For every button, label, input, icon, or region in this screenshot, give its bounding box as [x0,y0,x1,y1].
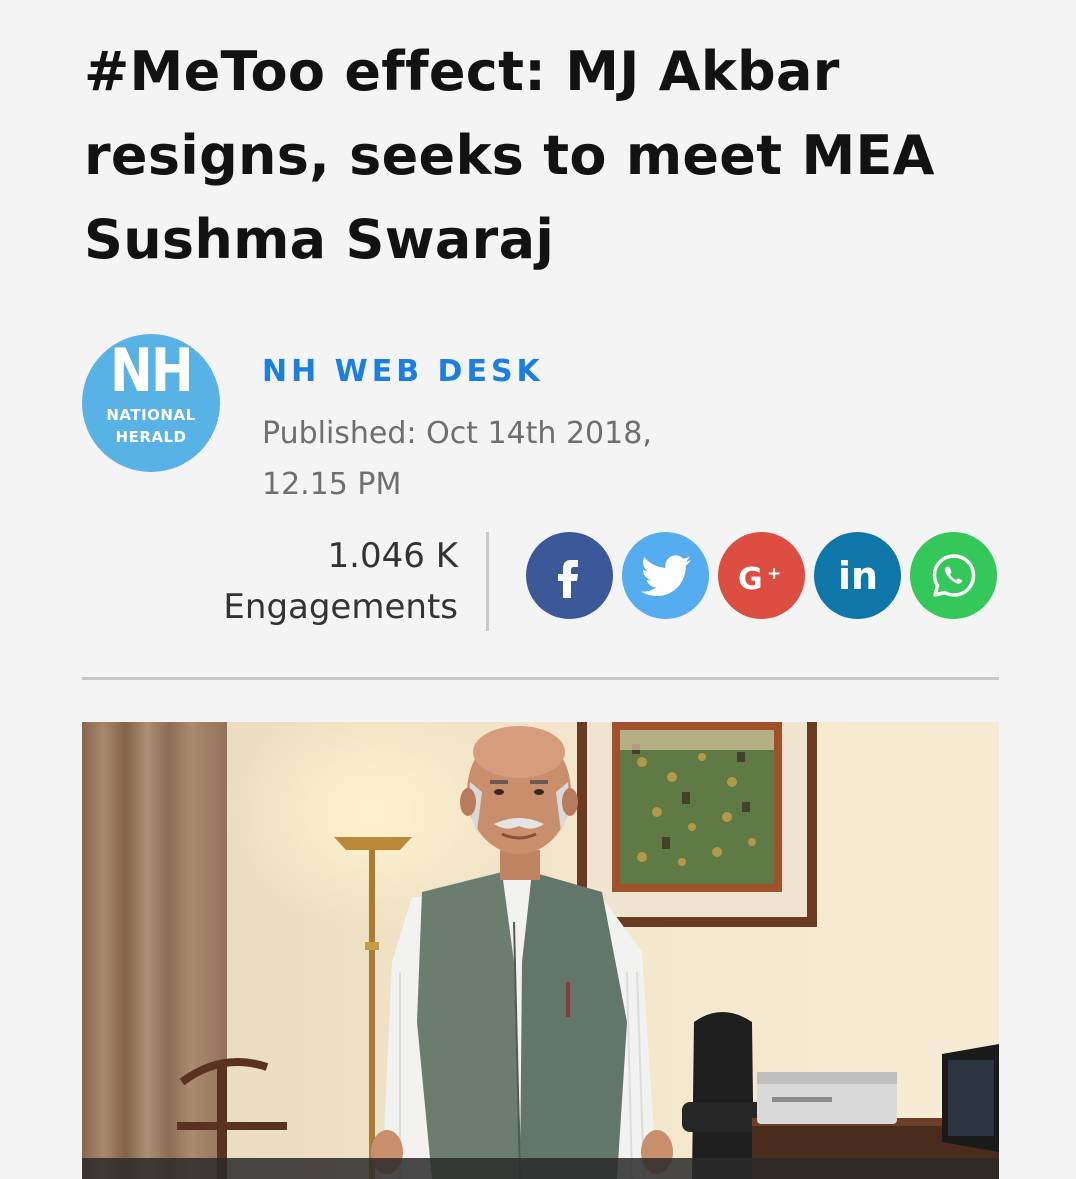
publisher-logo[interactable]: NH NATIONAL HERALD [82,334,220,472]
linkedin-icon: in [837,554,877,598]
google-plus-share-button[interactable]: G + [718,532,805,619]
logo-line-2: HERALD [115,428,187,446]
facebook-icon [557,559,578,598]
article-headline: #MeToo effect: MJ Akbar resigns, seeks t… [84,40,935,271]
linkedin-share-button[interactable]: in [814,532,901,619]
author-link[interactable]: NH WEB DESK [262,354,544,389]
section-divider [82,677,999,680]
logo-line-1: NATIONAL [106,406,196,424]
engagement-count: 1.046 K Engagements [223,531,458,633]
share-divider [486,532,489,631]
svg-text:+: + [767,564,781,584]
twitter-icon [640,554,691,596]
whatsapp-share-button[interactable] [910,532,997,619]
publish-date: Published: Oct 14th 2018, 12.15 PM [262,416,652,502]
article-photo[interactable] [82,722,999,1179]
engagement-label: Engagements [223,587,458,627]
facebook-share-button[interactable] [526,532,613,619]
whatsapp-icon [932,553,975,597]
photo-illustration [82,722,999,1179]
engagement-number: 1.046 K [327,536,458,576]
svg-text:G: G [738,562,763,596]
logo-monogram: NH [110,336,194,406]
twitter-share-button[interactable] [622,532,709,619]
svg-text:in: in [837,554,877,598]
google-plus-icon: G + [738,562,781,596]
